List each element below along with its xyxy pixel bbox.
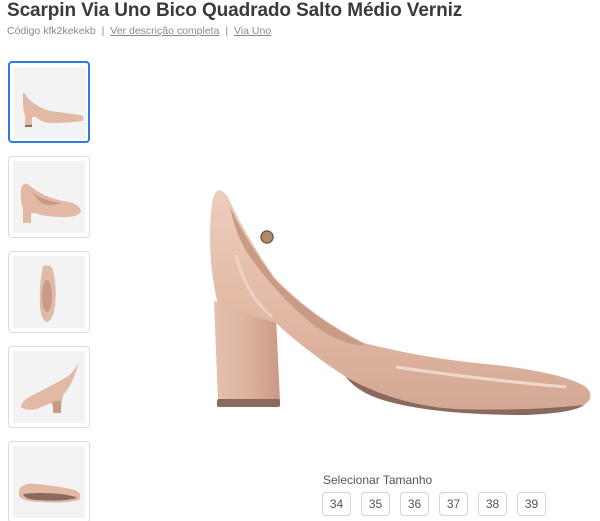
size-selector-label: Selecionar Tamanho bbox=[323, 473, 433, 487]
shoe-three-quarter-thumbnail-image bbox=[13, 161, 85, 233]
product-code: Código kfk2kekekb bbox=[7, 25, 96, 37]
full-description-link[interactable]: Ver descrição completa bbox=[110, 25, 219, 37]
shoe-side-thumbnail-image bbox=[14, 67, 86, 139]
meta-separator: | bbox=[225, 25, 229, 37]
size-option-37[interactable]: 37 bbox=[439, 492, 468, 516]
size-option-36[interactable]: 36 bbox=[400, 492, 429, 516]
thumbnail-sole-view[interactable] bbox=[8, 441, 90, 521]
size-options: 34 35 36 37 38 39 bbox=[322, 492, 546, 516]
product-title: Scarpin Via Uno Bico Quadrado Salto Médi… bbox=[7, 0, 463, 21]
size-option-34[interactable]: 34 bbox=[322, 492, 351, 516]
thumbnail-side-view[interactable] bbox=[8, 61, 90, 143]
product-meta: Código kfk2kekekb | Ver descrição comple… bbox=[7, 25, 271, 37]
brand-link[interactable]: Via Uno bbox=[234, 25, 271, 37]
shoe-main-image bbox=[210, 190, 591, 415]
shoe-top-thumbnail-image bbox=[13, 256, 85, 328]
meta-separator: | bbox=[101, 25, 105, 37]
thumbnail-top-view[interactable] bbox=[8, 251, 90, 333]
shoe-sole-thumbnail-image bbox=[13, 446, 85, 518]
shoe-back-thumbnail-image bbox=[13, 351, 85, 423]
thumbnail-back-view[interactable] bbox=[8, 346, 90, 428]
main-product-image[interactable] bbox=[96, 55, 600, 465]
size-option-39[interactable]: 39 bbox=[517, 492, 546, 516]
size-option-35[interactable]: 35 bbox=[361, 492, 390, 516]
thumbnail-three-quarter-view[interactable] bbox=[8, 156, 90, 238]
size-option-38[interactable]: 38 bbox=[478, 492, 507, 516]
